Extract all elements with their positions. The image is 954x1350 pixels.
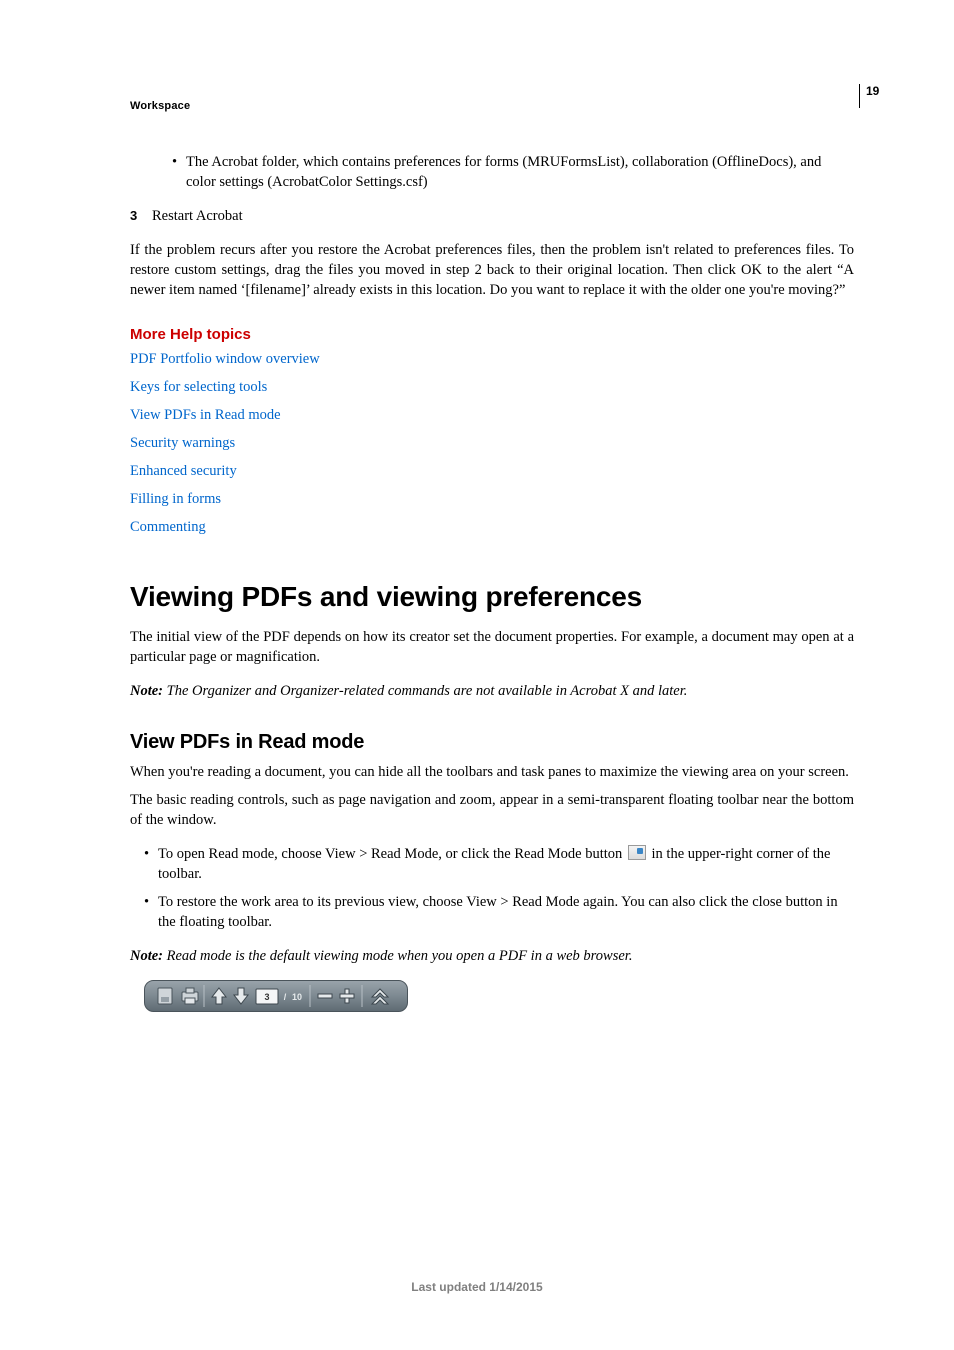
page-current: 3	[264, 992, 269, 1002]
note-body: The Organizer and Organizer-related comm…	[163, 683, 687, 699]
numbered-step: 3 Restart Acrobat	[130, 206, 854, 226]
help-link[interactable]: Commenting	[130, 517, 854, 537]
body-paragraph: If the problem recurs after you restore …	[130, 240, 854, 300]
note-body: Read mode is the default viewing mode wh…	[163, 948, 632, 964]
note-label: Note:	[130, 948, 163, 964]
zoom-out-icon	[318, 994, 332, 998]
list-item: To open Read mode, choose View > Read Mo…	[144, 844, 854, 884]
help-link[interactable]: PDF Portfolio window overview	[130, 349, 854, 369]
read-mode-icon	[628, 845, 646, 860]
body-paragraph: When you're reading a document, you can …	[130, 762, 854, 782]
read-mode-toolbar-figure: 3 / 10	[144, 980, 854, 1014]
page-total: 10	[292, 992, 302, 1002]
list-item: The Acrobat folder, which contains prefe…	[172, 152, 854, 192]
help-link[interactable]: Enhanced security	[130, 461, 854, 481]
page-title: Viewing PDFs and viewing preferences	[130, 581, 854, 613]
help-link[interactable]: Filling in forms	[130, 489, 854, 509]
running-header: Workspace	[130, 100, 854, 112]
step-text: Restart Acrobat	[152, 206, 243, 226]
list-item: To restore the work area to its previous…	[144, 892, 854, 932]
save-icon	[158, 988, 172, 1004]
intro-paragraph: The initial view of the PDF depends on h…	[130, 627, 854, 667]
more-help-heading: More Help topics	[130, 326, 854, 343]
help-link[interactable]: View PDFs in Read mode	[130, 405, 854, 425]
bullet-text-a: To open Read mode, choose View > Read Mo…	[158, 846, 626, 862]
step-number: 3	[130, 206, 152, 226]
subheading: View PDFs in Read mode	[130, 731, 854, 754]
last-updated-footer: Last updated 1/14/2015	[0, 1280, 954, 1294]
page-number: 19	[859, 84, 892, 108]
bullet-list: The Acrobat folder, which contains prefe…	[130, 152, 854, 192]
body-paragraph: The basic reading controls, such as page…	[130, 790, 854, 830]
help-link[interactable]: Security warnings	[130, 433, 854, 453]
note: Note: Read mode is the default viewing m…	[130, 946, 854, 966]
note: Note: The Organizer and Organizer-relate…	[130, 681, 854, 701]
note-label: Note:	[130, 683, 163, 699]
help-link[interactable]: Keys for selecting tools	[130, 377, 854, 397]
help-links: PDF Portfolio window overview Keys for s…	[130, 349, 854, 537]
bullet-list: To open Read mode, choose View > Read Mo…	[130, 844, 854, 932]
